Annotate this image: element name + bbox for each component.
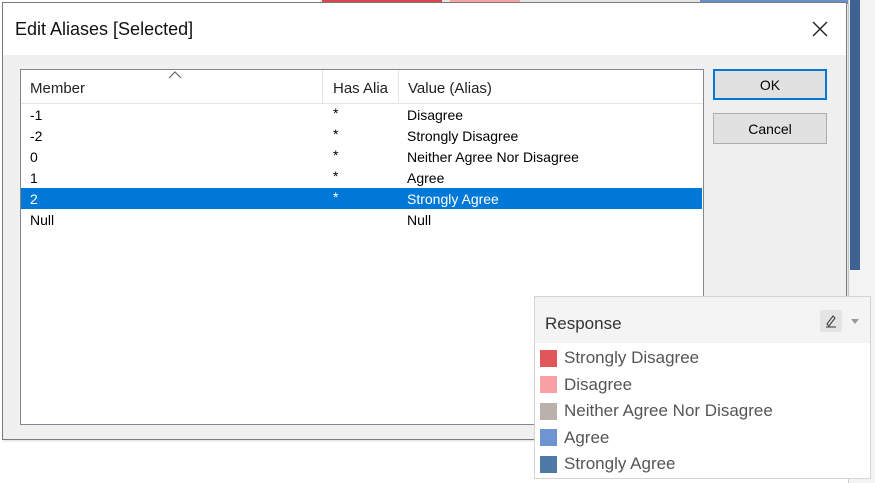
sort-up-icon — [168, 71, 182, 79]
table-row[interactable]: Null Null — [21, 209, 703, 230]
table-row[interactable]: 1 * Agree — [21, 167, 703, 188]
has-alias-cell: * — [333, 147, 339, 163]
legend-swatch — [540, 349, 557, 367]
column-header-has-alias-label: Has Alia — [333, 80, 389, 97]
column-header-has-alias[interactable]: Has Alia — [323, 70, 399, 104]
ok-button[interactable]: OK — [713, 69, 827, 100]
table-row-selected[interactable]: 2 * Strongly Agree — [21, 188, 702, 209]
value-cell[interactable]: Strongly Agree — [407, 191, 499, 207]
color-legend: Response Strongly Disagree Disagree Neit… — [534, 296, 871, 479]
legend-header: Response — [535, 297, 870, 343]
legend-label: Neither Agree Nor Disagree — [564, 401, 773, 421]
column-header-member-label: Member — [30, 80, 86, 97]
table-row[interactable]: -2 * Strongly Disagree — [21, 125, 703, 146]
table-row[interactable]: -1 * Disagree — [21, 104, 703, 125]
member-cell: Null — [30, 212, 55, 228]
legend-swatch — [540, 455, 557, 473]
legend-items: Strongly Disagree Disagree Neither Agree… — [540, 345, 773, 478]
table-row[interactable]: 0 * Neither Agree Nor Disagree — [21, 146, 703, 167]
legend-swatch — [540, 376, 557, 394]
value-cell[interactable]: Agree — [407, 170, 444, 186]
member-cell: -2 — [30, 128, 43, 144]
legend-item[interactable]: Disagree — [540, 372, 773, 399]
ok-button-label: OK — [759, 76, 781, 93]
legend-label: Disagree — [564, 374, 633, 394]
legend-item[interactable]: Strongly Agree — [540, 451, 773, 478]
value-cell[interactable]: Disagree — [407, 107, 463, 123]
dialog-titlebar: Edit Aliases [Selected] — [3, 3, 846, 55]
column-header-value-label: Value (Alias) — [408, 80, 492, 97]
legend-item[interactable]: Strongly Disagree — [540, 345, 773, 372]
chevron-down-icon[interactable] — [851, 319, 859, 324]
member-cell: 1 — [30, 170, 38, 186]
value-cell[interactable]: Strongly Disagree — [407, 128, 518, 144]
has-alias-cell: * — [333, 126, 339, 142]
has-alias-cell: * — [333, 168, 339, 184]
legend-label: Strongly Disagree — [564, 348, 700, 368]
value-cell[interactable]: Null — [407, 212, 431, 228]
cancel-button-label: Cancel — [748, 120, 792, 137]
legend-title: Response — [545, 314, 622, 333]
background-blue-panel — [850, 0, 860, 270]
legend-item[interactable]: Neither Agree Nor Disagree — [540, 398, 773, 425]
legend-label: Strongly Agree — [564, 454, 676, 474]
legend-swatch — [540, 429, 557, 447]
value-cell[interactable]: Neither Agree Nor Disagree — [407, 149, 579, 165]
column-header-value[interactable]: Value (Alias) — [399, 70, 703, 104]
cancel-button[interactable]: Cancel — [713, 113, 827, 144]
list-header: Member Has Alia Value (Alias) — [21, 70, 703, 104]
edit-colors-button[interactable] — [820, 310, 842, 332]
legend-swatch — [540, 402, 557, 420]
has-alias-cell: * — [333, 189, 339, 205]
member-cell: 2 — [30, 191, 38, 207]
member-cell: -1 — [30, 107, 43, 123]
legend-item[interactable]: Agree — [540, 425, 773, 452]
dialog-title: Edit Aliases [Selected] — [15, 19, 194, 39]
close-icon — [812, 21, 828, 37]
has-alias-cell: * — [333, 105, 339, 121]
pencil-icon — [826, 315, 836, 328]
close-button[interactable] — [800, 9, 840, 49]
legend-label: Agree — [564, 427, 610, 447]
list-rows: -1 * Disagree -2 * Strongly Disagree 0 *… — [21, 104, 703, 230]
member-cell: 0 — [30, 149, 38, 165]
